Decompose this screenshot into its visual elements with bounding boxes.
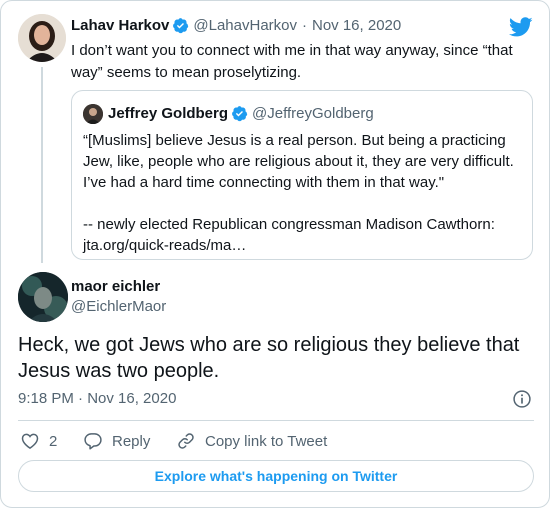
link-icon (178, 433, 194, 449)
twitter-bird-icon[interactable] (509, 15, 533, 39)
parent-tweet-text: I don’t want you to connect with me in t… (71, 42, 513, 81)
like-count: 2 (49, 432, 58, 450)
parent-tweet-header: Lahav Harkov @LahavHarkov · Nov 16, 2020 (71, 17, 401, 34)
divider (18, 420, 534, 421)
heart-icon (21, 433, 39, 449)
explore-twitter-button[interactable]: Explore what's happening on Twitter (18, 460, 534, 492)
verified-badge-icon (173, 18, 189, 34)
main-tweet-text: Heck, we got Jews who are so religious t… (18, 334, 520, 382)
quoted-tweet-header: Jeffrey Goldberg @JeffreyGoldberg (108, 105, 374, 122)
author-name[interactable]: Lahav Harkov (71, 17, 169, 34)
thread-line (41, 67, 43, 263)
info-icon[interactable] (512, 389, 532, 409)
tweet-embed-card: Lahav Harkov @LahavHarkov · Nov 16, 2020… (0, 0, 550, 508)
separator: · (302, 17, 307, 34)
copy-link-label: Copy link to Tweet (205, 432, 328, 450)
like-button[interactable]: 2 (20, 431, 57, 451)
quoted-tweet-paragraph: -- newly elected Republican congressman … (83, 216, 495, 254)
reply-button[interactable]: Reply (83, 431, 150, 451)
copy-link-button[interactable]: Copy link to Tweet (176, 431, 327, 451)
avatar-photo (18, 14, 66, 62)
author-handle: @JeffreyGoldberg (252, 105, 374, 122)
avatar[interactable] (18, 14, 66, 62)
avatar-photo (83, 104, 103, 124)
quoted-tweet-paragraph: “[Muslims] believe Jesus is a real perso… (83, 132, 514, 191)
avatar[interactable] (18, 272, 68, 322)
author-handle[interactable]: @LahavHarkov (193, 17, 297, 34)
tweet-date[interactable]: Nov 16, 2020 (312, 17, 401, 34)
avatar-photo (18, 272, 68, 322)
author-name: Jeffrey Goldberg (108, 105, 229, 122)
verified-badge-icon (232, 106, 248, 122)
avatar (83, 104, 103, 124)
author-handle[interactable]: @EichlerMaor (71, 298, 166, 315)
quoted-tweet[interactable]: Jeffrey Goldberg @JeffreyGoldberg “[Musl… (71, 90, 533, 260)
reply-bubble-icon (84, 433, 102, 450)
quoted-tweet-text: “[Muslims] believe Jesus is a real perso… (83, 130, 523, 256)
tweet-timestamp[interactable]: 9:18 PM · Nov 16, 2020 (18, 390, 176, 407)
author-name[interactable]: maor eichler (71, 278, 160, 295)
reply-label: Reply (112, 432, 151, 450)
